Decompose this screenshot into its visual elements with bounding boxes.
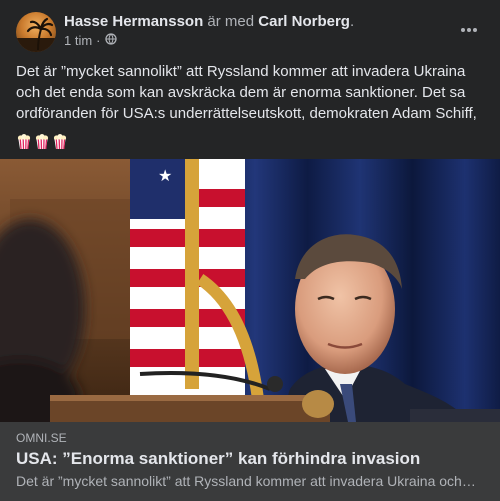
post-text-block: Det är ”mycket sannolikt” att Ryssland k…: [16, 61, 486, 156]
avatar[interactable]: [16, 12, 56, 52]
more-horizontal-icon: [461, 28, 477, 32]
popcorn-icon: [52, 134, 68, 156]
tagged-name[interactable]: Carl Norberg: [258, 13, 350, 30]
news-photo: ★: [0, 159, 500, 422]
palm-sunset-icon: [16, 17, 56, 52]
link-preview-image[interactable]: ★: [0, 159, 500, 422]
post-meta: 1 tim ·: [64, 33, 117, 49]
period: .: [349, 13, 355, 30]
with-text: är med: [207, 13, 255, 30]
svg-text:★: ★: [158, 166, 172, 185]
feed-post: Hasse Hermansson är med Carl Norberg. 1 …: [0, 0, 500, 501]
popcorn-icon: [34, 134, 50, 156]
popcorn-icon: [16, 134, 32, 156]
link-preview-card[interactable]: OMNI.SE USA: ”Enorma sanktioner” kan för…: [0, 422, 500, 501]
separator: ·: [96, 33, 101, 48]
link-title[interactable]: USA: ”Enorma sanktioner” kan förhindra i…: [16, 448, 420, 470]
author-name[interactable]: Hasse Hermansson: [64, 13, 203, 30]
globe-icon[interactable]: [104, 33, 117, 49]
post-text: Det är ”mycket sannolikt” att Ryssland k…: [16, 63, 477, 122]
link-domain: OMNI.SE: [16, 431, 67, 445]
emoji-row: [16, 134, 486, 156]
timestamp[interactable]: 1 tim: [64, 33, 92, 49]
author-line: Hasse Hermansson är med Carl Norberg.: [64, 12, 354, 32]
more-options-button[interactable]: [454, 18, 484, 42]
link-description: Det är ”mycket sannolikt” att Ryssland k…: [16, 473, 476, 489]
